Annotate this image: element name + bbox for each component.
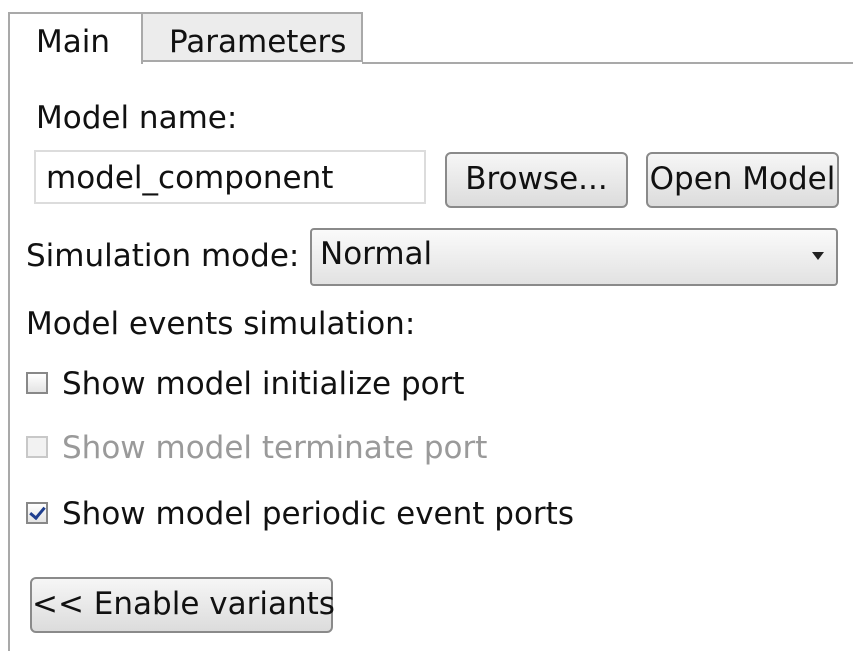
browse-button[interactable]: Browse... [445,152,628,208]
tab-parameters-label: Parameters [169,24,347,60]
open-model-button[interactable]: Open Model [646,152,839,208]
model-name-value: model_component [46,160,334,196]
block-parameters-dialog: Main Parameters Model name: model_compon… [0,0,853,651]
tab-strip-border [362,62,853,64]
checkbox-icon[interactable] [26,371,48,394]
checkbox-label: Show model initialize port [62,366,465,402]
model-events-heading: Model events simulation: [26,306,416,342]
model-name-label: Model name: [36,100,238,136]
enable-variants-button[interactable]: << Enable variants [30,577,335,633]
chevron-down-icon [812,252,824,260]
checkbox-label: Show model terminate port [62,430,488,466]
simulation-mode-select[interactable]: Normal [310,228,838,286]
simulation-mode-value: Normal [320,236,433,272]
tab-parameters[interactable]: Parameters [143,12,363,62]
tab-main-label: Main [36,24,111,60]
checkbox-label: Show model periodic event ports [62,496,574,532]
model-name-field[interactable]: model_component [34,150,426,204]
simulation-mode-label: Simulation mode: [26,238,300,274]
checkbox-checked-icon[interactable] [26,501,48,524]
checkbox-icon [26,435,48,458]
show-periodic-event-ports-checkbox[interactable]: Show model periodic event ports [26,496,574,536]
tab-main[interactable]: Main [8,12,143,64]
show-initialize-port-checkbox[interactable]: Show model initialize port [26,366,465,406]
panel-border [8,62,10,651]
show-terminate-port-checkbox: Show model terminate port [26,430,487,470]
